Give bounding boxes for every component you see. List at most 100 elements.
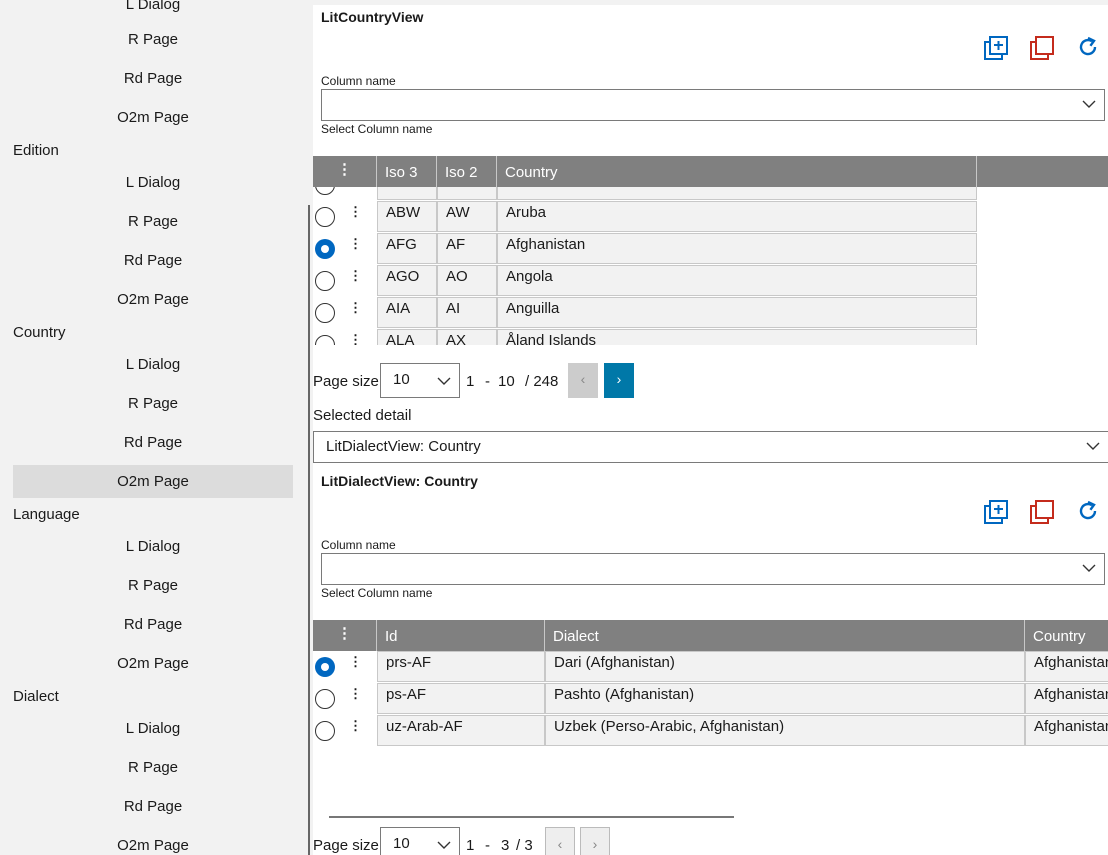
sidebar-item[interactable]: Rd Page [13,62,293,95]
detail-next-page-button[interactable]: › [580,827,610,855]
master-column-select[interactable] [321,89,1105,121]
column-header-country[interactable]: Country [497,156,977,187]
sidebar-item[interactable]: L Dialog [13,348,293,381]
detail-page-total: / 3 [516,837,533,854]
master-page-to: 10 [498,373,515,390]
cell-iso3: ALA [377,329,437,345]
sidebar-item[interactable]: Rd Page [13,426,293,459]
cell-country: Afghanistan [1025,651,1108,682]
row-menu-icon[interactable]: ⋮ [349,687,362,700]
sidebar-scrollbar[interactable] [308,205,310,855]
detail-column-select[interactable] [321,553,1105,585]
row-menu-icon[interactable]: ⋮ [349,237,362,250]
sidebar-item[interactable]: O2m Page [13,647,293,680]
sidebar-item[interactable]: O2m Page [13,829,293,855]
table-row[interactable]: ⋮ AFG AF Afghanistan [313,233,977,265]
sidebar-item[interactable]: O2m Page [13,465,293,498]
table-row[interactable]: ⋮ ALA AX Åland Islands [313,329,977,345]
cell-id: uz-Arab-AF [377,715,545,746]
sidebar-item[interactable]: L Dialog [13,0,293,21]
cell-country: Afghanistan [497,233,977,264]
row-menu-icon[interactable]: ⋮ [349,719,362,732]
sidebar-item[interactable]: R Page [13,569,293,602]
sidebar-item[interactable]: O2m Page [13,101,293,134]
master-next-page-button[interactable]: › [604,363,634,398]
sidebar-item[interactable]: Rd Page [13,244,293,277]
master-column-label: Column name [321,74,396,88]
row-menu-icon[interactable]: ⋮ [349,301,362,314]
cell-iso2: AW [437,201,497,232]
sidebar: L Dialog R Page Rd Page O2m Page Edition L Di… [0,0,308,855]
sidebar-group-label: Country [13,324,66,341]
table-row[interactable]: ⋮ AGO AO Angola [313,265,977,297]
row-radio[interactable] [315,303,335,323]
detail-grid-body: ⋮ prs-AF Dari (Afghanistan) Afghanistan ⋮ ps-… [313,651,1108,747]
row-radio[interactable] [315,657,335,677]
row-radio[interactable] [315,689,335,709]
sidebar-item[interactable]: R Page [13,23,293,56]
selected-detail-label: Selected detail [313,407,412,424]
copy-icon[interactable] [1029,35,1055,61]
table-row[interactable]: ⋮ AIA AI Anguilla [313,297,977,329]
table-row[interactable]: ⋮ [313,187,977,201]
refresh-icon[interactable] [1075,35,1101,61]
row-radio[interactable] [315,271,335,291]
grid-menu-icon[interactable]: ⋮ [313,156,377,187]
detail-page-to: 3 [501,837,510,854]
sidebar-group-label: Dialect [13,688,59,705]
refresh-icon[interactable] [1075,499,1101,525]
row-menu-icon[interactable]: ⋮ [349,333,362,345]
sidebar-item[interactable]: R Page [13,205,293,238]
master-page-size-label: Page size [313,373,379,390]
row-menu-icon[interactable]: ⋮ [349,205,362,218]
sidebar-item[interactable]: Rd Page [13,790,293,823]
cell-iso2: AX [437,329,497,345]
row-menu-icon[interactable]: ⋮ [349,269,362,282]
table-row[interactable]: ⋮ ps-AF Pashto (Afghanistan) Afghanistan [313,683,1108,715]
row-radio[interactable] [315,187,335,195]
sidebar-item[interactable]: Rd Page [13,608,293,641]
cell-iso3: AIA [377,297,437,328]
sidebar-item[interactable]: L Dialog [13,712,293,745]
column-header-iso2[interactable]: Iso 2 [437,156,497,187]
row-radio[interactable] [315,239,335,259]
sidebar-item[interactable]: R Page [13,751,293,784]
grid-menu-icon[interactable]: ⋮ [313,620,377,651]
row-radio[interactable] [315,335,335,345]
selected-detail-select[interactable]: LitDialectView: Country [313,431,1108,463]
cell-iso3: AGO [377,265,437,296]
column-header-country[interactable]: Country [1025,620,1108,651]
add-record-icon[interactable] [983,35,1009,61]
row-radio[interactable] [315,207,335,227]
table-row[interactable]: ⋮ prs-AF Dari (Afghanistan) Afghanistan [313,651,1108,683]
column-header-id[interactable]: Id [377,620,545,651]
detail-page-size-select[interactable]: 10 [380,827,460,855]
sidebar-item[interactable]: L Dialog [13,530,293,563]
detail-horizontal-scrollbar[interactable] [329,816,734,818]
chevron-down-icon [1082,564,1096,572]
master-page-size-value: 10 [393,371,410,388]
row-radio[interactable] [315,721,335,741]
row-menu-icon[interactable]: ⋮ [349,655,362,668]
sidebar-item[interactable]: O2m Page [13,283,293,316]
table-row[interactable]: ⋮ uz-Arab-AF Uzbek (Perso-Arabic, Afghanis… [313,715,1108,747]
master-column-hint: Select Column name [321,122,433,136]
selected-detail-value: LitDialectView: Country [326,438,481,455]
master-page-total: / 248 [525,373,559,390]
copy-icon[interactable] [1029,499,1055,525]
detail-grid-header: ⋮ Id Dialect Country [313,620,1108,651]
table-row[interactable]: ⋮ ABW AW Aruba [313,201,977,233]
column-header-dialect[interactable]: Dialect [545,620,1025,651]
add-record-icon[interactable] [983,499,1009,525]
cell-iso3: ABW [377,201,437,232]
cell-dialect: Pashto (Afghanistan) [545,683,1025,714]
sidebar-item[interactable]: L Dialog [13,166,293,199]
cell-country: Åland Islands [497,329,977,345]
master-prev-page-button[interactable]: ‹ [568,363,598,398]
detail-prev-page-button[interactable]: ‹ [545,827,575,855]
sidebar-item[interactable]: R Page [13,387,293,420]
master-page-size-select[interactable]: 10 [380,363,460,398]
main-panel: LitCountryView Column name Select Column… [313,5,1108,855]
cell-country: Angola [497,265,977,296]
column-header-iso3[interactable]: Iso 3 [377,156,437,187]
